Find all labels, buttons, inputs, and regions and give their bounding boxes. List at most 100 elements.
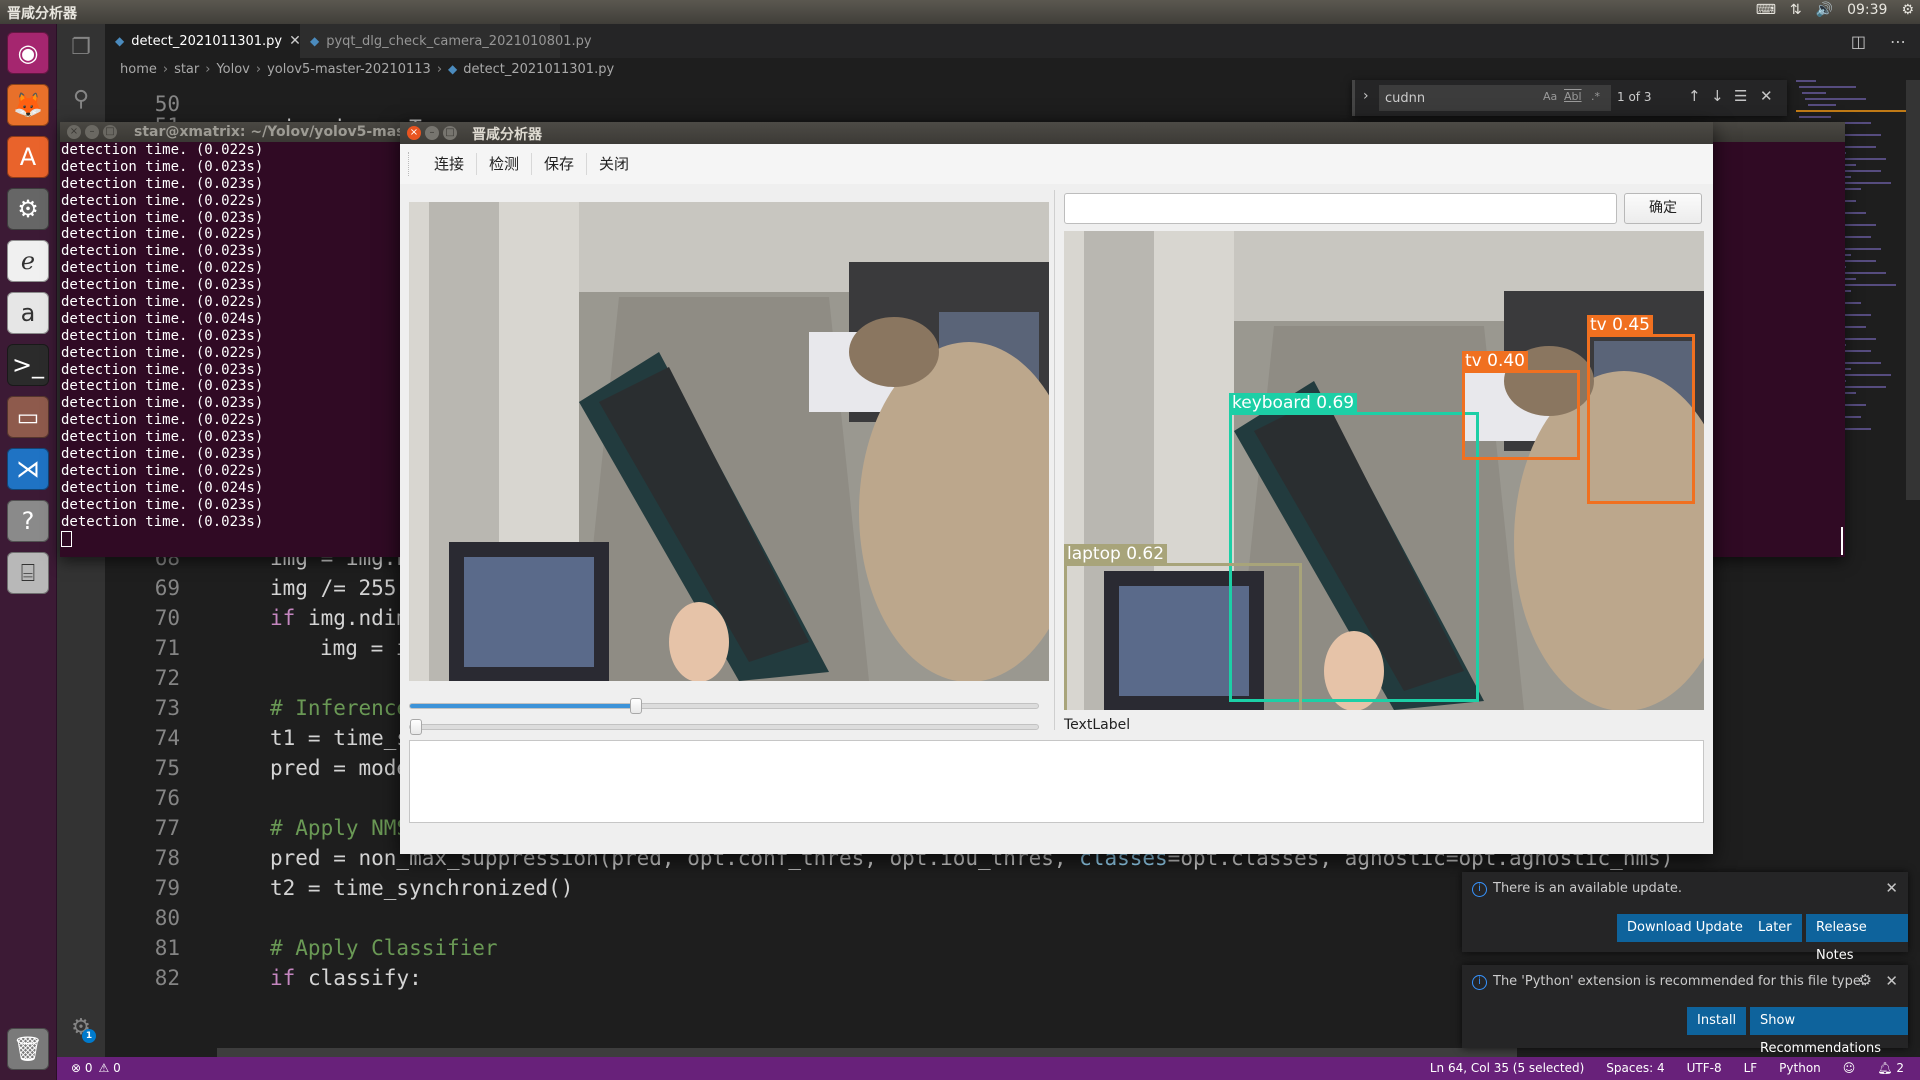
dialog-text-input[interactable] — [1064, 193, 1617, 224]
regex-toggle[interactable]: .* — [1591, 90, 1600, 103]
toggle-replace-icon[interactable]: › — [1363, 88, 1369, 104]
terminal-scrollbar[interactable] — [1841, 527, 1843, 555]
settings-gear-icon[interactable]: ⚙ 1 — [67, 1014, 96, 1043]
explorer-icon[interactable]: ❐ — [67, 34, 95, 62]
keyboard-icon[interactable]: ⌨ — [1756, 2, 1776, 18]
more-actions-icon[interactable]: ⋯ — [1890, 32, 1906, 51]
launcher-vscode-icon[interactable]: ⋊ — [7, 448, 49, 490]
download-update-button[interactable]: Download Update — [1617, 914, 1753, 942]
minimize-icon[interactable]: – — [425, 126, 439, 140]
release-notes-button[interactable]: Release Notes — [1806, 914, 1908, 963]
tab-label: pyqt_dlg_check_camera_2021010801.py — [326, 33, 592, 49]
minimap-line — [1796, 110, 1906, 112]
minimap-line — [1802, 92, 1826, 94]
launcher-amazon-icon[interactable]: a — [7, 292, 49, 334]
launcher-terminal-icon[interactable]: >_ — [7, 344, 49, 386]
editor-tabs: ◆ detect_2021011301.py ✕ ◆ pyqt_dlg_chec… — [105, 24, 1920, 58]
launcher-ubuntu-dash-icon[interactable]: ◉ — [7, 32, 49, 74]
vertical-scrollbar[interactable] — [1906, 80, 1920, 500]
breadcrumb-item[interactable]: detect_2021011301.py — [463, 62, 614, 77]
output-text-area[interactable] — [409, 740, 1704, 823]
active-app-title: 晋咸分析器 — [7, 6, 77, 22]
encoding[interactable]: UTF-8 — [1687, 1061, 1722, 1075]
slider-handle[interactable] — [410, 719, 422, 735]
dialog-titlebar[interactable]: × – □ 晋咸分析器 — [400, 122, 1713, 144]
detection-box-laptop: laptop 0.62 — [1064, 544, 1302, 710]
volume-icon[interactable]: 🔊 — [1816, 2, 1833, 18]
close-icon[interactable]: × — [67, 125, 81, 139]
power-gear-icon[interactable]: ⚙ — [1901, 2, 1914, 18]
detect-button[interactable]: 检测 — [477, 153, 533, 175]
launcher-document-viewer-icon[interactable]: ℯ — [7, 240, 49, 282]
breadcrumb-item[interactable]: yolov5-master-20210113 — [267, 62, 431, 77]
next-match-icon[interactable]: ↓ — [1711, 87, 1724, 105]
maximize-icon[interactable]: □ — [103, 125, 117, 139]
detection-label: laptop 0.62 — [1064, 544, 1168, 564]
minimap-line — [1799, 116, 1831, 118]
detection-label: tv 0.40 — [1462, 351, 1528, 371]
tab-label: detect_2021011301.py — [131, 33, 283, 49]
slider-handle[interactable] — [630, 698, 643, 714]
camera-view-raw — [409, 202, 1049, 681]
system-tray: ⌨ ⇅ 🔊 09:39 ⚙ — [1756, 2, 1914, 18]
clock[interactable]: 09:39 — [1847, 2, 1887, 18]
notification-message: The 'Python' extension is recommended fo… — [1493, 974, 1865, 989]
errors-indicator[interactable]: ⊗ 0 — [71, 1061, 93, 1075]
launcher-help-icon[interactable]: ? — [7, 500, 49, 542]
horizontal-scrollbar[interactable] — [217, 1048, 1517, 1057]
launcher-system-settings-icon[interactable]: ⚙ — [7, 188, 49, 230]
slider-fill — [410, 704, 637, 708]
tab-detect[interactable]: ◆ detect_2021011301.py ✕ — [105, 24, 301, 58]
toolbar-grip[interactable] — [408, 152, 412, 176]
notifications-bell[interactable]: 🔔︎ 2 — [1877, 1061, 1904, 1075]
save-button[interactable]: 保存 — [532, 153, 588, 175]
feedback-smiley-icon[interactable]: ☺ — [1843, 1061, 1856, 1075]
tab-pyqt-dlg[interactable]: ◆ pyqt_dlg_check_camera_2021010801.py — [300, 24, 592, 58]
detection-label: tv 0.45 — [1587, 315, 1653, 335]
find-in-selection-icon[interactable]: ☰ — [1734, 87, 1747, 105]
secondary-slider[interactable] — [409, 719, 1039, 735]
status-bar: ⊗ 0 ⚠ 0 Ln 64, Col 35 (5 selected) Space… — [57, 1057, 1920, 1080]
match-case-toggle[interactable]: Aa — [1543, 90, 1557, 103]
breadcrumb-item[interactable]: Yolov — [216, 62, 249, 77]
search-icon[interactable]: ⚲ — [67, 86, 95, 114]
launcher-trash-icon[interactable]: 🗑 — [7, 1028, 49, 1070]
close-icon[interactable]: × — [407, 126, 421, 140]
cursor-position[interactable]: Ln 64, Col 35 (5 selected) — [1430, 1061, 1584, 1075]
warnings-indicator[interactable]: ⚠ 0 — [99, 1061, 121, 1075]
launcher-firefox-icon[interactable]: 🦊 — [7, 84, 49, 126]
gear-icon[interactable]: ⚙ — [1859, 971, 1872, 989]
python-file-icon: ◆ — [115, 34, 125, 48]
launcher-disk-icon[interactable]: ⌸ — [7, 552, 49, 594]
install-button[interactable]: Install — [1687, 1007, 1747, 1035]
network-icon[interactable]: ⇅ — [1790, 2, 1802, 18]
terminal-cursor — [61, 531, 72, 548]
breadcrumb-item[interactable]: star — [174, 62, 199, 77]
breadcrumb-item[interactable]: home — [120, 62, 157, 77]
close-icon[interactable]: ✕ — [1885, 879, 1898, 897]
settings-badge: 1 — [82, 1029, 96, 1043]
show-recommendations-button[interactable]: Show Recommendations — [1750, 1007, 1908, 1056]
info-icon: i — [1472, 975, 1487, 990]
previous-match-icon[interactable]: ↑ — [1688, 87, 1701, 105]
launcher: ◉ 🦊 A ⚙ ℯ a >_ ▭ ⋊? ⌸ 🗑 — [0, 24, 57, 1080]
close-find-icon[interactable]: ✕ — [1760, 87, 1773, 105]
connect-button[interactable]: 连接 — [422, 153, 478, 175]
python-extension-notification: i The 'Python' extension is recommended … — [1462, 965, 1908, 1056]
indentation[interactable]: Spaces: 4 — [1606, 1061, 1664, 1075]
ok-button[interactable]: 确定 — [1624, 193, 1702, 224]
close-button[interactable]: 关闭 — [587, 153, 641, 175]
launcher-software-center-icon[interactable]: A — [7, 136, 49, 178]
later-button[interactable]: Later — [1748, 914, 1802, 942]
minimize-icon[interactable]: – — [85, 125, 99, 139]
position-slider[interactable] — [409, 698, 1039, 714]
close-icon[interactable]: ✕ — [1885, 972, 1898, 990]
dialog-title: 晋咸分析器 — [472, 127, 542, 143]
detection-box-tv: tv 0.40 — [1462, 351, 1580, 460]
language-mode[interactable]: Python — [1779, 1061, 1821, 1075]
maximize-icon[interactable]: □ — [443, 126, 457, 140]
launcher-file-manager-icon[interactable]: ▭ — [7, 396, 49, 438]
split-editor-icon[interactable]: ◫ — [1851, 32, 1866, 51]
match-whole-word-toggle[interactable]: Abl — [1564, 90, 1582, 103]
line-ending[interactable]: LF — [1744, 1061, 1758, 1075]
